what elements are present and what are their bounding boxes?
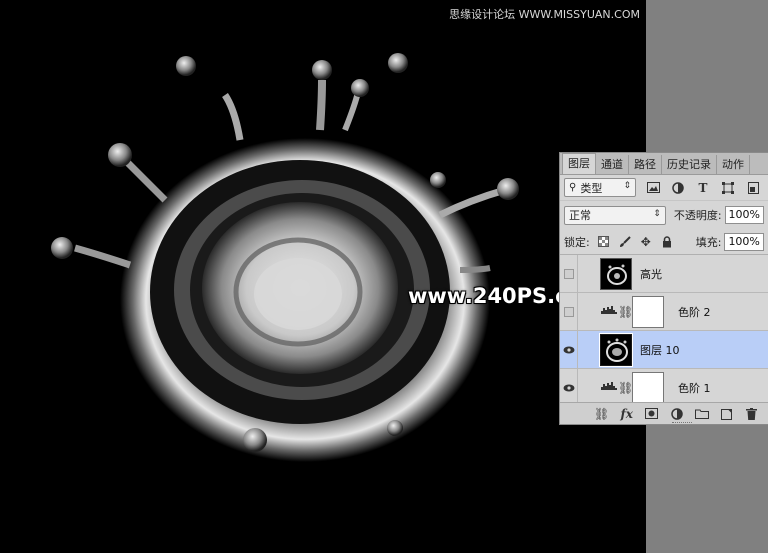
opacity-label: 不透明度: — [673, 209, 722, 222]
updown-arrow-icon: ⇕ — [623, 181, 631, 191]
filter-kind-select[interactable]: ⚲ 类型 ⇕ — [564, 178, 636, 197]
link-layers-icon[interactable]: ⛓ — [594, 406, 609, 422]
chain-link-icon[interactable]: ⛓ — [618, 305, 633, 319]
water-crown-artwork — [51, 53, 519, 462]
layer-row-highlight[interactable]: 高光 — [560, 254, 768, 293]
layer-name: 高光 — [640, 267, 662, 281]
levels-adjustment-icon — [600, 305, 618, 318]
layer-thumbnail — [600, 257, 632, 290]
tab-actions[interactable]: 动作 — [717, 155, 750, 174]
blend-row: 正常 ⇕ 不透明度: 100% — [560, 201, 768, 229]
eye-icon — [563, 384, 574, 391]
lock-all-icon[interactable] — [660, 235, 674, 249]
lock-row: 锁定: ✥ 填充: 100% — [560, 229, 768, 255]
layer-name: 色阶 2 — [678, 305, 711, 319]
chain-link-icon[interactable]: ⛓ — [618, 381, 633, 395]
filter-kind-label: 类型 — [580, 181, 603, 195]
eye-icon — [563, 346, 574, 353]
lock-transparent-icon[interactable] — [597, 235, 611, 249]
lock-brush-icon[interactable] — [618, 235, 632, 249]
updown-arrow-icon: ⇕ — [653, 208, 661, 219]
layer-mask-thumbnail — [632, 371, 664, 404]
panel-bottom-toolbar: ⛓ fx — [560, 402, 768, 424]
layers-panel: 图层 通道 路径 历史记录 动作 ⚲ 类型 ⇕ T 正常 ⇕ 不透明度: 100 — [559, 152, 768, 425]
layer-thumbnail — [599, 332, 633, 367]
filter-row: ⚲ 类型 ⇕ T — [560, 175, 768, 201]
watermark-missyuan: 思缘设计论坛 WWW.MISSYUAN.COM — [449, 8, 640, 21]
levels-adjustment-icon — [600, 381, 618, 394]
blend-mode-select[interactable]: 正常 ⇕ — [564, 205, 666, 225]
layer-name: 色阶 1 — [678, 381, 711, 395]
folder-icon[interactable] — [694, 406, 709, 422]
tab-channels[interactable]: 通道 — [596, 155, 629, 174]
resize-grip[interactable] — [672, 422, 692, 424]
layer-row-levels-2[interactable]: ⛓ 色阶 2 — [560, 292, 768, 331]
tab-paths[interactable]: 路径 — [629, 155, 662, 174]
filter-type-icon[interactable]: T — [695, 180, 711, 196]
trash-icon[interactable] — [744, 406, 759, 422]
filter-smart-object-icon[interactable] — [745, 180, 761, 196]
tab-layers[interactable]: 图层 — [562, 153, 596, 174]
panel-tabbar: 图层 通道 路径 历史记录 动作 — [560, 153, 768, 175]
hidden-box-icon — [563, 306, 574, 317]
tab-history[interactable]: 历史记录 — [662, 155, 717, 174]
document-canvas[interactable]: 思缘设计论坛 WWW.MISSYUAN.COM www.240PS.com — [0, 0, 646, 553]
fx-icon[interactable]: fx — [619, 406, 634, 422]
layer-name: 图层 10 — [640, 343, 680, 357]
hidden-box-icon — [563, 268, 574, 279]
filter-adjustment-icon[interactable] — [670, 180, 686, 196]
visibility-toggle[interactable] — [560, 292, 578, 331]
fill-input[interactable]: 100% — [724, 232, 764, 251]
blend-mode-value: 正常 — [569, 209, 591, 222]
lock-label: 锁定: — [564, 235, 590, 249]
opacity-input[interactable]: 100% — [724, 206, 764, 224]
visibility-toggle[interactable] — [560, 330, 578, 369]
add-mask-icon[interactable] — [644, 406, 659, 422]
new-layer-icon[interactable] — [719, 406, 734, 422]
lock-move-icon[interactable]: ✥ — [639, 235, 653, 249]
filter-pixel-icon[interactable] — [645, 180, 661, 196]
filter-shape-icon[interactable] — [720, 180, 736, 196]
layer-row-layer-10[interactable]: 图层 10 — [560, 330, 768, 369]
visibility-toggle[interactable] — [560, 254, 578, 293]
layer-mask-thumbnail — [632, 295, 664, 328]
search-icon: ⚲ — [569, 182, 577, 193]
fill-label: 填充: — [695, 235, 722, 249]
visibility-toggle[interactable] — [560, 368, 578, 407]
new-adjustment-icon[interactable] — [669, 406, 684, 422]
